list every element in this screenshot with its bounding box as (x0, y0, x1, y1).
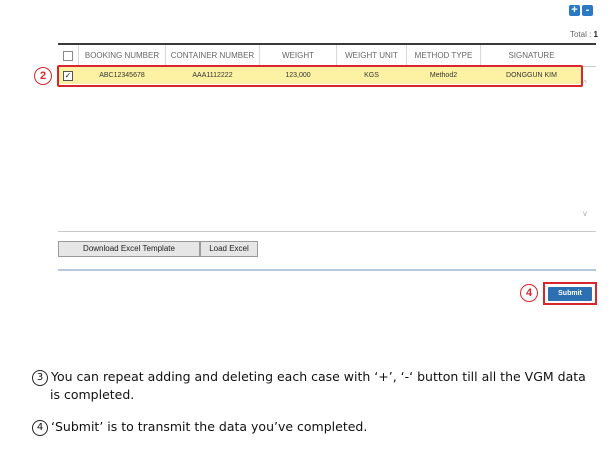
row-highlight-frame (57, 65, 583, 87)
callout-marker-submit: 4 (520, 284, 538, 302)
column-header: WEIGHT UNIT (337, 45, 407, 66)
instruction-note: 4 ‘Submit’ is to transmit the data you’ve… (32, 418, 367, 436)
column-header: CONTAINER NUMBER (166, 45, 260, 66)
total-value: 1 (593, 30, 598, 39)
add-row-button[interactable]: + (569, 5, 580, 16)
total-count: Total : 1 (570, 30, 598, 39)
column-header: METHOD TYPE (407, 45, 481, 66)
scroll-up-icon[interactable]: ^ (583, 79, 587, 88)
submit-button[interactable]: Submit (548, 287, 592, 301)
note-text: You can repeat adding and deleting each … (51, 369, 586, 384)
table-header: BOOKING NUMBER CONTAINER NUMBER WEIGHT W… (58, 43, 596, 67)
select-all-cell (58, 45, 79, 66)
instruction-note: 3 You can repeat adding and deleting each… (32, 368, 586, 404)
column-header: WEIGHT (260, 45, 337, 66)
scroll-down-icon[interactable]: v (583, 209, 587, 218)
note-text-continued: is completed. (50, 387, 135, 402)
delete-row-button[interactable]: - (582, 5, 593, 16)
vgm-form-panel: + - Total : 1 BOOKING NUMBER CONTAINER N… (0, 0, 614, 340)
total-label: Total : (569, 30, 592, 39)
note-number: 4 (32, 420, 48, 436)
load-excel-button[interactable]: Load Excel (200, 241, 258, 257)
note-number: 3 (32, 370, 48, 386)
callout-marker-row: 2 (34, 67, 52, 85)
column-header: BOOKING NUMBER (79, 45, 166, 66)
select-all-checkbox[interactable] (63, 51, 73, 61)
download-excel-template-button[interactable]: Download Excel Template (58, 241, 200, 257)
note-text: ‘Submit’ is to transmit the data you’ve … (51, 419, 368, 434)
divider (58, 269, 596, 271)
column-header: SIGNATURE (508, 51, 555, 60)
